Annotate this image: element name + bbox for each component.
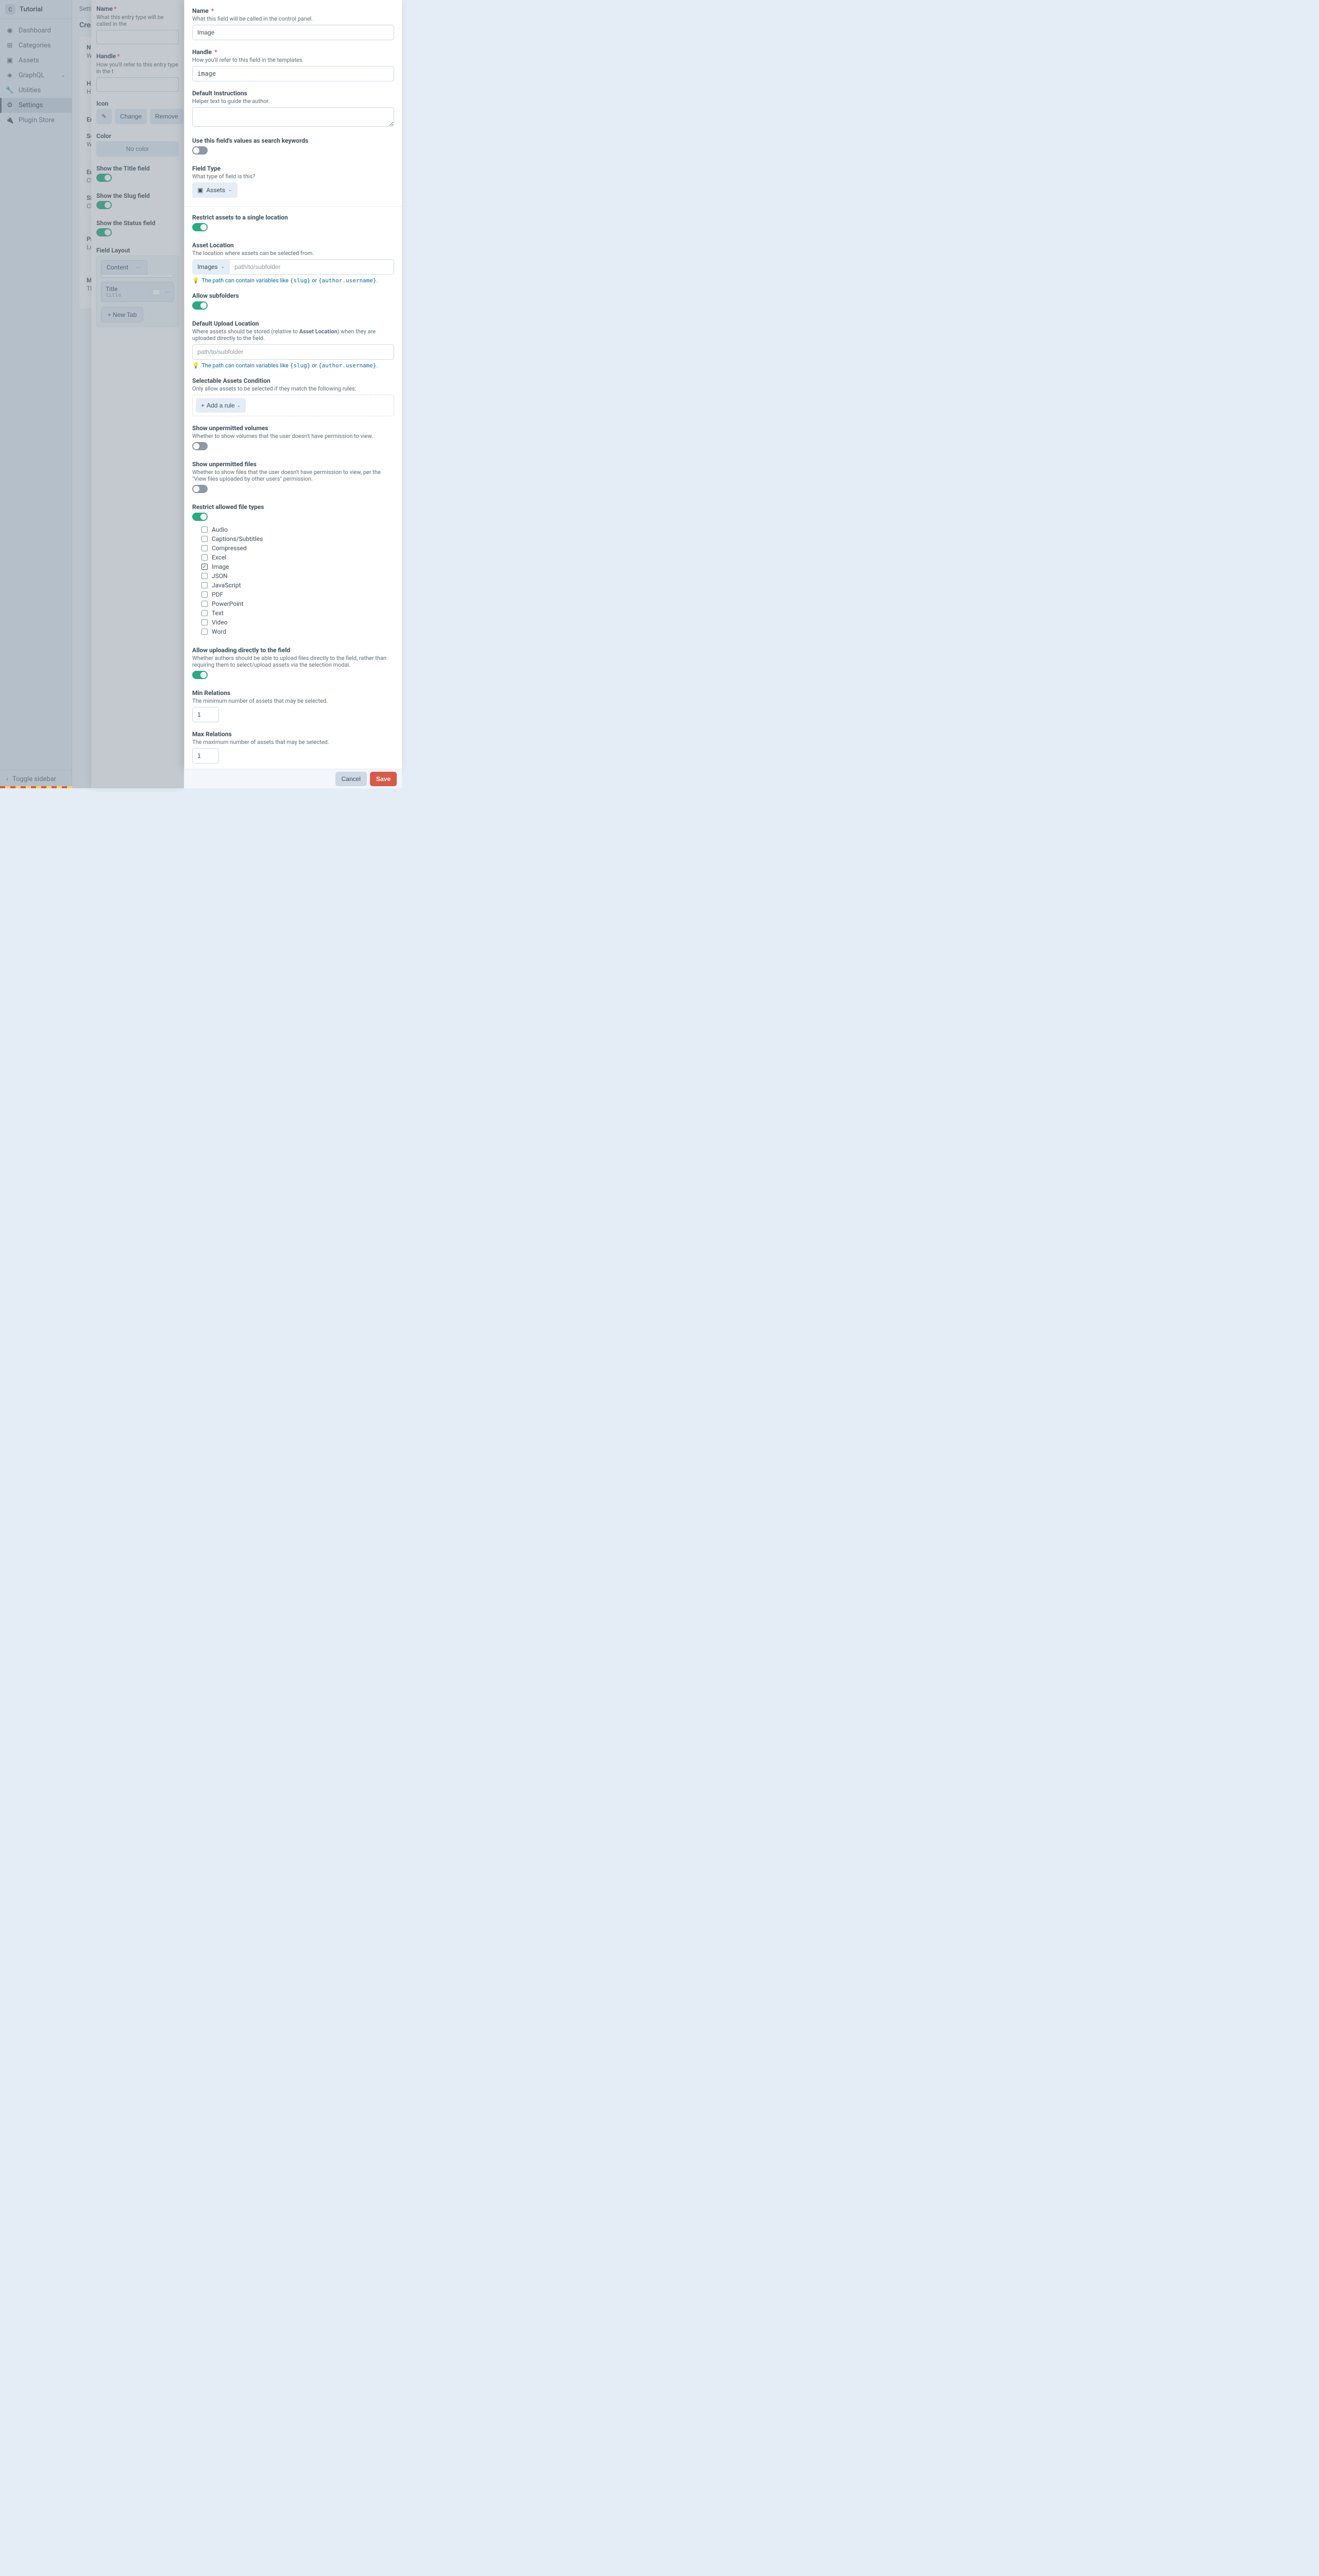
show-unperm-files-label: Show unpermitted files bbox=[192, 461, 394, 468]
file-type-option[interactable]: PDF bbox=[201, 590, 394, 599]
checkbox-icon bbox=[201, 629, 208, 635]
save-button[interactable]: Save bbox=[370, 772, 397, 786]
file-type-label: Compressed bbox=[212, 545, 247, 552]
field-name-help: What this field will be called in the co… bbox=[192, 15, 394, 22]
file-type-option[interactable]: Text bbox=[201, 608, 394, 618]
field-type-select[interactable]: ▣ Assets ⌄ bbox=[192, 182, 238, 198]
slideout-footer: Cancel Save bbox=[184, 769, 402, 788]
instructions-label: Default Instructions bbox=[192, 90, 394, 97]
allow-upload-help: Whether authors should be able to upload… bbox=[192, 655, 394, 668]
field-name-label: Name * bbox=[192, 7, 394, 14]
file-type-option[interactable]: PowerPoint bbox=[201, 599, 394, 608]
instructions-input[interactable] bbox=[192, 107, 394, 127]
chevron-down-icon: ⌄ bbox=[228, 188, 232, 193]
field-type-label: Field Type bbox=[192, 165, 394, 172]
restrict-file-types-label: Restrict allowed file types bbox=[192, 503, 394, 511]
field-handle-input[interactable] bbox=[192, 66, 394, 81]
restrict-single-label: Restrict assets to a single location bbox=[192, 214, 394, 221]
show-unperm-volumes-label: Show unpermitted volumes bbox=[192, 425, 394, 432]
show-unperm-files-toggle[interactable] bbox=[192, 485, 208, 493]
selectable-cond-help: Only allow assets to be selected if they… bbox=[192, 385, 394, 392]
file-type-label: Text bbox=[212, 609, 224, 617]
file-type-label: Word bbox=[212, 628, 226, 635]
min-relations-input[interactable] bbox=[192, 707, 219, 722]
file-type-label: Image bbox=[212, 563, 229, 570]
file-type-list: Audio Captions/Subtitles Compressed Excel ✓ I… bbox=[192, 523, 394, 638]
file-type-label: Video bbox=[212, 619, 228, 626]
checkbox-icon: ✓ bbox=[201, 564, 208, 570]
allow-subfolders-label: Allow subfolders bbox=[192, 292, 394, 299]
allow-upload-toggle[interactable] bbox=[192, 671, 208, 679]
instructions-help: Helper text to guide the author. bbox=[192, 98, 394, 105]
default-upload-label: Default Upload Location bbox=[192, 320, 394, 327]
plus-icon: + bbox=[201, 402, 205, 409]
min-relations-label: Min Relations bbox=[192, 689, 394, 697]
condition-builder: + Add a rule ⌄ bbox=[192, 395, 394, 416]
checkbox-icon bbox=[201, 619, 208, 625]
add-rule-button[interactable]: + Add a rule ⌄ bbox=[196, 398, 246, 413]
default-upload-hint: 💡 The path can contain variables like {s… bbox=[192, 362, 394, 369]
chevron-down-icon: ⌄ bbox=[221, 264, 225, 269]
file-type-label: Audio bbox=[212, 526, 228, 533]
allow-subfolders-toggle[interactable] bbox=[192, 301, 208, 310]
file-type-option[interactable]: Audio bbox=[201, 525, 394, 534]
max-relations-input[interactable] bbox=[192, 748, 219, 764]
assets-icon: ▣ bbox=[197, 187, 203, 194]
field-handle-help: How you'll refer to this field in the te… bbox=[192, 57, 394, 63]
file-type-option[interactable]: JavaScript bbox=[201, 581, 394, 590]
asset-volume-select[interactable]: Images ⌄ bbox=[192, 259, 230, 275]
lightbulb-icon: 💡 bbox=[192, 362, 199, 369]
overlay-dim[interactable] bbox=[0, 0, 184, 788]
lightbulb-icon: 💡 bbox=[192, 277, 199, 284]
file-type-option[interactable]: JSON bbox=[201, 571, 394, 581]
max-relations-help: The maximum number of assets that may be… bbox=[192, 739, 394, 745]
file-type-label: JavaScript bbox=[212, 582, 241, 589]
min-relations-help: The minimum number of assets that may be… bbox=[192, 698, 394, 704]
file-type-label: JSON bbox=[212, 572, 228, 580]
field-settings-panel: Name * What this field will be called in… bbox=[184, 0, 402, 769]
file-type-option[interactable]: Compressed bbox=[201, 544, 394, 553]
file-type-label: PDF bbox=[212, 591, 223, 598]
checkbox-icon bbox=[201, 554, 208, 561]
max-relations-label: Max Relations bbox=[192, 731, 394, 738]
cancel-button[interactable]: Cancel bbox=[335, 772, 367, 786]
asset-location-hint: 💡 The path can contain variables like {s… bbox=[192, 277, 394, 284]
show-unperm-volumes-help: Whether to show volumes that the user do… bbox=[192, 433, 394, 439]
chevron-down-icon: ⌄ bbox=[237, 403, 241, 409]
search-keywords-label: Use this field's values as search keywor… bbox=[192, 137, 394, 144]
asset-subfolder-input[interactable] bbox=[230, 259, 394, 275]
show-unperm-files-help: Whether to show files that the user does… bbox=[192, 469, 394, 482]
file-type-option[interactable]: ✓ Image bbox=[201, 562, 394, 571]
file-type-label: PowerPoint bbox=[212, 600, 244, 607]
checkbox-icon bbox=[201, 545, 208, 551]
checkbox-icon bbox=[201, 591, 208, 598]
file-type-label: Excel bbox=[212, 554, 226, 561]
checkbox-icon bbox=[201, 601, 208, 607]
search-keywords-toggle[interactable] bbox=[192, 146, 208, 155]
asset-location-label: Asset Location bbox=[192, 242, 394, 249]
checkbox-icon bbox=[201, 536, 208, 542]
show-unperm-volumes-toggle[interactable] bbox=[192, 442, 208, 450]
restrict-file-types-toggle[interactable] bbox=[192, 513, 208, 521]
file-type-label: Captions/Subtitles bbox=[212, 535, 263, 543]
allow-upload-label: Allow uploading directly to the field bbox=[192, 647, 394, 654]
checkbox-icon bbox=[201, 582, 208, 588]
default-upload-help: Where assets should be stored (relative … bbox=[192, 328, 394, 342]
checkbox-icon bbox=[201, 573, 208, 579]
file-type-option[interactable]: Word bbox=[201, 627, 394, 636]
restrict-single-toggle[interactable] bbox=[192, 223, 208, 231]
asset-location-help: The location where assets can be selecte… bbox=[192, 250, 394, 257]
selectable-cond-label: Selectable Assets Condition bbox=[192, 377, 394, 384]
file-type-option[interactable]: Captions/Subtitles bbox=[201, 534, 394, 544]
field-handle-label: Handle * bbox=[192, 48, 394, 56]
dev-mode-stripes bbox=[0, 786, 72, 788]
checkbox-icon bbox=[201, 527, 208, 533]
default-upload-input[interactable] bbox=[192, 344, 394, 360]
file-type-option[interactable]: Excel bbox=[201, 553, 394, 562]
field-type-help: What type of field is this? bbox=[192, 173, 394, 180]
field-name-input[interactable] bbox=[192, 25, 394, 40]
file-type-option[interactable]: Video bbox=[201, 618, 394, 627]
checkbox-icon bbox=[201, 610, 208, 616]
